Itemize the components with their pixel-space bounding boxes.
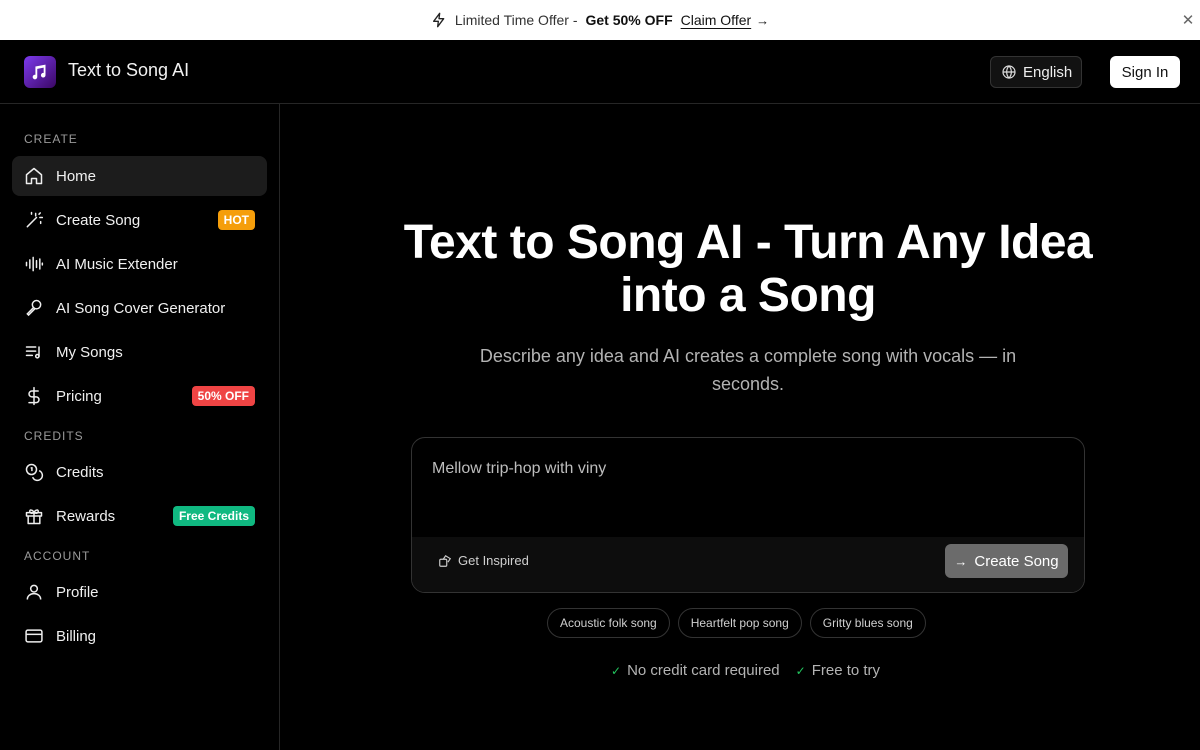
- section-account: ACCOUNT: [24, 549, 91, 563]
- sidebar-item-label: Create Song: [56, 211, 141, 229]
- sidebar-item-label: Credits: [56, 463, 104, 481]
- close-icon[interactable]: ✕: [1180, 12, 1196, 29]
- section-credits: CREDITS: [24, 429, 84, 443]
- check-label: No credit card required: [627, 662, 780, 679]
- sidebar-item-label: AI Music Extender: [56, 255, 178, 273]
- sidebar-item-my-songs[interactable]: My Songs: [12, 332, 267, 372]
- sign-in-button[interactable]: Sign In: [1110, 56, 1180, 88]
- music-note-icon: [32, 64, 46, 80]
- suggestion-chips: Acoustic folk song Heartfelt pop song Gr…: [547, 608, 926, 638]
- sidebar-item-ai-music-extender[interactable]: AI Music Extender: [12, 244, 267, 284]
- check-label: Free to try: [811, 662, 881, 679]
- sidebar-item-label: AI Song Cover Generator: [56, 299, 226, 317]
- dice-icon: [439, 554, 452, 567]
- sidebar-item-ai-song-cover-generator[interactable]: AI Song Cover Generator: [12, 288, 267, 328]
- free-credits-badge: Free Credits: [172, 506, 255, 526]
- sidebar-item-pricing[interactable]: Pricing 50% OFF: [12, 376, 267, 416]
- sidebar-item-label: Rewards: [56, 507, 116, 525]
- song-prompt-box[interactable]: Mellow trip-hop with viny Get Inspired →…: [411, 437, 1085, 593]
- create-song-button[interactable]: → Create Song: [945, 544, 1068, 578]
- section-create: CREATE: [24, 132, 78, 146]
- check-item: ✓ Free to try: [796, 662, 880, 679]
- home-icon: [24, 166, 44, 186]
- get-inspired-button[interactable]: Get Inspired: [438, 553, 529, 568]
- discount-badge: 50% OFF: [191, 386, 255, 406]
- main-content: Text to Song AI - Turn Any Idea into a S…: [281, 104, 1200, 750]
- sidebar-item-label: My Songs: [56, 343, 123, 361]
- sidebar-item-label: Billing: [56, 627, 97, 645]
- sidebar-item-rewards[interactable]: Rewards Free Credits: [12, 496, 267, 536]
- brand-name[interactable]: Text to Song AI: [68, 60, 189, 81]
- music-list-icon: [24, 342, 44, 362]
- title-line-1: Text to Song AI - Turn Any Idea: [403, 216, 1093, 269]
- gift-icon: [24, 506, 44, 526]
- get-inspired-label: Get Inspired: [458, 553, 529, 568]
- sidebar-item-label: Pricing: [56, 387, 102, 405]
- suggestion-chip[interactable]: Heartfelt pop song: [677, 608, 802, 638]
- sidebar: CREATE Home Create Song HOT AI Music Ext…: [0, 104, 280, 750]
- promo-text: Limited Time Offer -: [454, 12, 578, 28]
- promo-deal: Get 50% OFF: [585, 12, 673, 28]
- feature-checks: ✓ No credit card required ✓ Free to try: [611, 662, 880, 679]
- arrow-right-icon: →: [954, 553, 968, 569]
- app-logo[interactable]: [24, 56, 56, 88]
- check-icon: ✓: [795, 664, 806, 678]
- prompt-input[interactable]: Mellow trip-hop with viny: [432, 460, 606, 478]
- language-selector[interactable]: English: [990, 56, 1082, 88]
- user-icon: [24, 582, 44, 602]
- suggestion-chip[interactable]: Gritty blues song: [809, 608, 926, 638]
- suggestion-chip[interactable]: Acoustic folk song: [547, 608, 670, 638]
- dollar-icon: [24, 386, 44, 406]
- hot-badge: HOT: [217, 210, 255, 230]
- claim-offer-link[interactable]: Claim Offer: [681, 12, 752, 28]
- create-song-label: Create Song: [974, 552, 1059, 570]
- language-label: English: [1023, 63, 1073, 81]
- coins-icon: [24, 462, 44, 482]
- sidebar-item-create-song[interactable]: Create Song HOT: [12, 200, 267, 240]
- title-line-2: into a Song: [620, 269, 876, 322]
- check-icon: ✓: [611, 664, 622, 678]
- sidebar-item-profile[interactable]: Profile: [12, 572, 267, 612]
- magic-wand-icon: [24, 210, 44, 230]
- page-subtitle: Describe any idea and AI creates a compl…: [479, 346, 1017, 394]
- prompt-toolbar: Get Inspired → Create Song: [412, 537, 1084, 592]
- sidebar-item-credits[interactable]: Credits: [12, 452, 267, 492]
- credit-card-icon: [24, 626, 44, 646]
- sidebar-item-label: Home: [56, 167, 97, 185]
- top-header: Text to Song AI English Sign In: [0, 40, 1200, 104]
- promo-banner: Limited Time Offer - Get 50% OFF Claim O…: [0, 0, 1200, 40]
- arrow-right-icon: →: [756, 12, 770, 28]
- sidebar-item-billing[interactable]: Billing: [12, 616, 267, 656]
- sidebar-item-label: Profile: [56, 583, 99, 601]
- globe-icon: [1002, 65, 1016, 79]
- check-item: ✓ No credit card required: [611, 662, 780, 679]
- lightning-icon: [431, 12, 447, 28]
- microphone-icon: [24, 298, 44, 318]
- audio-wave-icon: [24, 254, 44, 274]
- page-title: Text to Song AI - Turn Any Idea into a S…: [281, 216, 1200, 322]
- sidebar-item-home[interactable]: Home: [12, 156, 267, 196]
